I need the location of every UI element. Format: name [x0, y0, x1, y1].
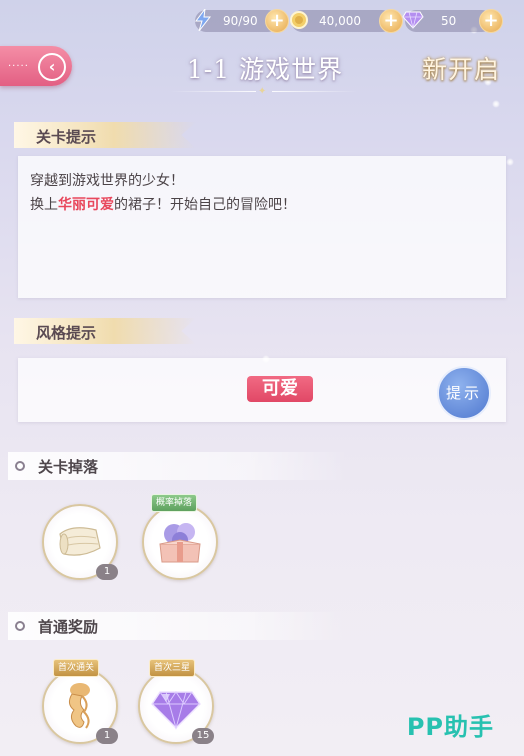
level-hint-highlight: 华丽可爱	[58, 197, 114, 213]
hair-icon	[68, 683, 90, 729]
first-clear-header: 首通奖励	[8, 612, 348, 640]
coin-icon	[287, 8, 311, 32]
item-count: 15	[192, 728, 214, 744]
style-hint-ribbon: 风格提示	[14, 318, 196, 344]
level-hint-line1: 穿越到游戏世界的少女！	[30, 173, 184, 189]
sparkle-decoration	[492, 100, 500, 108]
item-count: 1	[96, 728, 118, 744]
level-hint-line2: 换上华丽可爱的裙子！开始自己的冒险吧！	[30, 194, 296, 214]
sparkle-decoration	[506, 158, 514, 166]
bullet-icon	[15, 461, 25, 471]
first-clear-tag: 首次通关	[53, 659, 100, 677]
diamond-icon	[401, 8, 425, 32]
level-hint-panel: 穿越到游戏世界的少女！ 换上华丽可爱的裙子！开始自己的冒险吧！	[18, 156, 506, 298]
reward-item-hair[interactable]: 1	[42, 668, 118, 744]
lightning-icon	[191, 8, 215, 32]
page-title: 1-1 游戏世界	[186, 55, 344, 84]
reward-item-diamond[interactable]: 15	[138, 668, 214, 744]
coin-value: 40,000	[319, 14, 361, 28]
chevron-left-icon: ‹	[38, 53, 66, 81]
dots-decoration: ·····	[8, 61, 29, 72]
style-tag: 可爱	[247, 376, 313, 402]
item-count: 1	[96, 564, 118, 580]
add-energy-button[interactable]: +	[265, 9, 289, 33]
watermark-logo: PP助手	[406, 713, 494, 741]
energy-counter: 90/90 +	[195, 9, 289, 33]
back-button[interactable]: ····· ‹	[0, 46, 72, 86]
star-icon: ✦	[258, 86, 267, 97]
probability-drop-tag: 概率掉落	[151, 494, 198, 512]
title-divider	[170, 91, 256, 92]
add-coins-button[interactable]: +	[379, 9, 403, 33]
title-divider	[272, 91, 358, 92]
first-clear-label: 首通奖励	[38, 618, 99, 636]
hint-button[interactable]: 提示	[437, 366, 491, 420]
energy-value: 90/90	[223, 14, 258, 28]
level-hint-line2-suffix: 的裙子！开始自己的冒险吧！	[114, 197, 296, 213]
drop-item-gift-box[interactable]	[142, 504, 218, 580]
drop-item-fabric[interactable]: 1	[42, 504, 118, 580]
drops-header: 关卡掉落	[8, 452, 348, 480]
three-star-tag: 首次三星	[149, 659, 196, 677]
add-gems-button[interactable]: +	[479, 9, 503, 33]
drops-label: 关卡掉落	[38, 458, 99, 476]
bullet-icon	[15, 621, 25, 631]
level-hint-ribbon: 关卡提示	[14, 122, 196, 148]
gift-box-icon	[159, 523, 201, 563]
diamond-icon	[151, 691, 201, 730]
fabric-icon	[59, 527, 101, 556]
coin-counter: 40,000 +	[290, 9, 403, 33]
resource-bar: 90/90 + 40,000 + 50 +	[195, 8, 515, 34]
level-hint-line2-prefix: 换上	[30, 197, 58, 213]
gem-value: 50	[441, 14, 457, 28]
gem-counter: 50 +	[402, 9, 503, 33]
level-hint-label: 关卡提示	[36, 128, 97, 146]
style-hint-label: 风格提示	[36, 324, 97, 342]
new-open-badge: 新开启	[421, 55, 500, 84]
